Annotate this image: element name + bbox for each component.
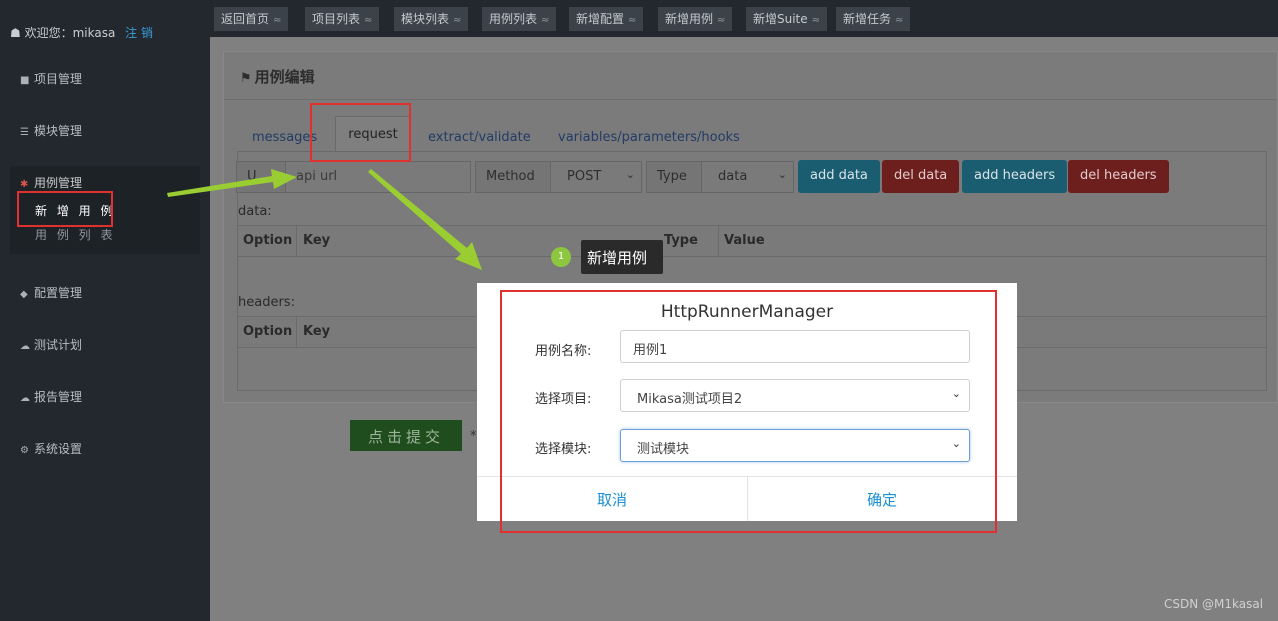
arrow-to-dialog xyxy=(368,169,482,270)
watermark: CSDN @M1kasal xyxy=(1164,597,1264,611)
annotation-arrows xyxy=(167,169,482,270)
arrow-to-url xyxy=(167,169,297,197)
